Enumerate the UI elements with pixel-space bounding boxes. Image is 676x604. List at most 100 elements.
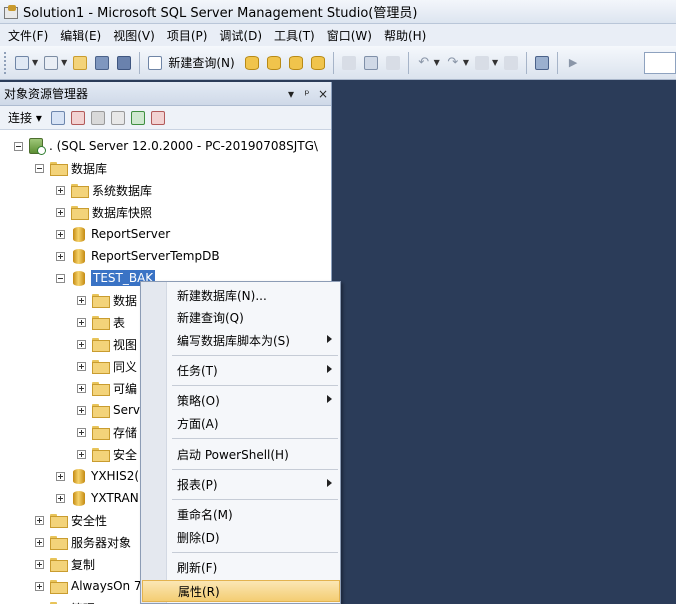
menu-item-tasks[interactable]: 任务(T) <box>168 359 340 381</box>
menu-item-reports[interactable]: 报表(P) <box>168 473 340 495</box>
expand-icon[interactable] <box>77 317 86 327</box>
expand-icon[interactable] <box>77 427 86 437</box>
tree-node-reportserver[interactable]: ReportServer <box>56 224 170 244</box>
tree-node-yxtran[interactable]: YXTRAN <box>56 488 139 508</box>
tree-node-child[interactable]: 可编 <box>77 378 137 398</box>
tree-node-snapshots[interactable]: 数据库快照 <box>56 202 152 222</box>
analysis-query-icon[interactable] <box>264 53 284 73</box>
menu-item-properties[interactable]: 属性(R) <box>142 580 340 602</box>
menu-debug[interactable]: 调试(D) <box>213 27 268 44</box>
collapse-icon[interactable] <box>56 273 65 283</box>
add-item-icon[interactable] <box>41 53 61 73</box>
cut-icon[interactable] <box>339 53 359 73</box>
expand-icon[interactable] <box>77 295 86 305</box>
tree-node-alwayson[interactable]: AlwaysOn 7 <box>35 576 142 596</box>
chevron-down-icon[interactable]: ▼ <box>32 58 38 67</box>
activity-icon[interactable] <box>150 110 165 125</box>
tree-node-server-objects[interactable]: 服务器对象 <box>35 532 131 552</box>
tree-node-child[interactable]: Serv <box>77 400 140 420</box>
menu-tools[interactable]: 工具(T) <box>268 27 321 44</box>
expand-icon[interactable] <box>56 471 65 481</box>
navigate-back-icon[interactable] <box>472 53 492 73</box>
menu-item-script-database-as[interactable]: 编写数据库脚本为(S) <box>168 329 340 351</box>
expand-icon[interactable] <box>77 449 86 459</box>
new-query-icon[interactable] <box>145 53 165 73</box>
server-objects-label: 服务器对象 <box>71 535 132 550</box>
expand-icon[interactable] <box>35 559 44 569</box>
expand-icon[interactable] <box>56 207 65 217</box>
tree-node-yxhis[interactable]: YXHIS2( <box>56 466 139 486</box>
menu-item-policies[interactable]: 策略(O) <box>168 389 340 411</box>
tree-node-databases[interactable]: 数据库 <box>35 158 107 178</box>
open-folder-icon[interactable] <box>70 53 90 73</box>
menu-help[interactable]: 帮助(H) <box>378 27 432 44</box>
tree-node-child[interactable]: 同义 <box>77 356 137 376</box>
save-icon[interactable] <box>92 53 112 73</box>
expand-icon[interactable] <box>35 515 44 525</box>
collapse-icon[interactable] <box>14 141 23 151</box>
undo-icon[interactable]: ↶ <box>414 53 434 73</box>
menu-item-facets[interactable]: 方面(A) <box>168 412 340 434</box>
connect-server-icon[interactable] <box>50 110 65 125</box>
chevron-down-icon[interactable]: ▼ <box>463 58 469 67</box>
tree-node-security[interactable]: 安全性 <box>35 510 107 530</box>
chevron-down-icon[interactable]: ▼ <box>61 58 67 67</box>
menu-file[interactable]: 文件(F) <box>2 27 54 44</box>
tree-node-child[interactable]: 视图 <box>77 334 137 354</box>
menu-item-refresh[interactable]: 刷新(F) <box>168 556 340 578</box>
chevron-down-icon[interactable]: ▼ <box>434 58 440 67</box>
tree-node-reportservertempdb[interactable]: ReportServerTempDB <box>56 246 220 266</box>
expand-icon[interactable] <box>35 581 44 591</box>
save-all-icon[interactable] <box>114 53 134 73</box>
filter-icon[interactable] <box>110 110 125 125</box>
connect-button[interactable]: 连接 ▾ <box>8 109 42 126</box>
chevron-down-icon[interactable]: ▼ <box>492 58 498 67</box>
expand-icon[interactable] <box>77 339 86 349</box>
tree-node-child[interactable]: 安全 <box>77 444 137 464</box>
navigate-forward-icon[interactable] <box>501 53 521 73</box>
expand-icon[interactable] <box>77 405 86 415</box>
expand-icon[interactable] <box>77 383 86 393</box>
redo-icon[interactable]: ↷ <box>443 53 463 73</box>
collapse-icon[interactable] <box>35 163 44 173</box>
stop-icon[interactable] <box>90 110 105 125</box>
tree-node-replication[interactable]: 复制 <box>35 554 95 574</box>
expand-icon[interactable] <box>56 493 65 503</box>
tree-node-server[interactable]: . (SQL Server 12.0.2000 - PC-20190708SJT… <box>14 136 318 156</box>
expand-icon[interactable] <box>56 229 65 239</box>
start-icon[interactable]: ▶ <box>563 53 583 73</box>
tree-node-child[interactable]: 存储 <box>77 422 137 442</box>
menu-item-rename[interactable]: 重命名(M) <box>168 503 340 525</box>
paste-icon[interactable] <box>383 53 403 73</box>
disconnect-icon[interactable] <box>70 110 85 125</box>
tree-node-child[interactable]: 数据 <box>77 290 137 310</box>
menu-project[interactable]: 项目(P) <box>161 27 214 44</box>
tree-node-system-databases[interactable]: 系统数据库 <box>56 180 152 200</box>
xmla-query-icon[interactable] <box>308 53 328 73</box>
new-project-icon[interactable] <box>12 53 32 73</box>
menu-edit[interactable]: 编辑(E) <box>54 27 107 44</box>
menu-window[interactable]: 窗口(W) <box>321 27 378 44</box>
close-icon[interactable]: × <box>315 87 331 101</box>
menu-item-delete[interactable]: 删除(D) <box>168 526 340 548</box>
menu-item-new-database[interactable]: 新建数据库(N)... <box>168 284 340 306</box>
mdx-query-icon[interactable] <box>286 53 306 73</box>
toolbar-grip[interactable] <box>4 51 7 74</box>
solution-config-combo[interactable] <box>644 52 676 74</box>
menu-item-new-query[interactable]: 新建查询(Q) <box>168 306 340 328</box>
menu-view[interactable]: 视图(V) <box>107 27 161 44</box>
menu-item-start-powershell[interactable]: 启动 PowerShell(H) <box>168 443 340 465</box>
activity-monitor-icon[interactable] <box>532 53 552 73</box>
refresh-icon[interactable] <box>130 110 145 125</box>
expand-icon[interactable] <box>35 537 44 547</box>
tree-node-management[interactable]: 管理 <box>35 598 95 604</box>
tree-node-child[interactable]: 表 <box>77 312 125 332</box>
copy-icon[interactable] <box>361 53 381 73</box>
expand-icon[interactable] <box>56 251 65 261</box>
expand-icon[interactable] <box>77 361 86 371</box>
database-engine-query-icon[interactable] <box>242 53 262 73</box>
new-query-button[interactable]: 新建查询(N) <box>168 54 234 71</box>
expand-icon[interactable] <box>56 185 65 195</box>
pin-icon[interactable]: ᵖ <box>299 87 315 101</box>
dropdown-icon[interactable]: ▾ <box>283 87 299 101</box>
